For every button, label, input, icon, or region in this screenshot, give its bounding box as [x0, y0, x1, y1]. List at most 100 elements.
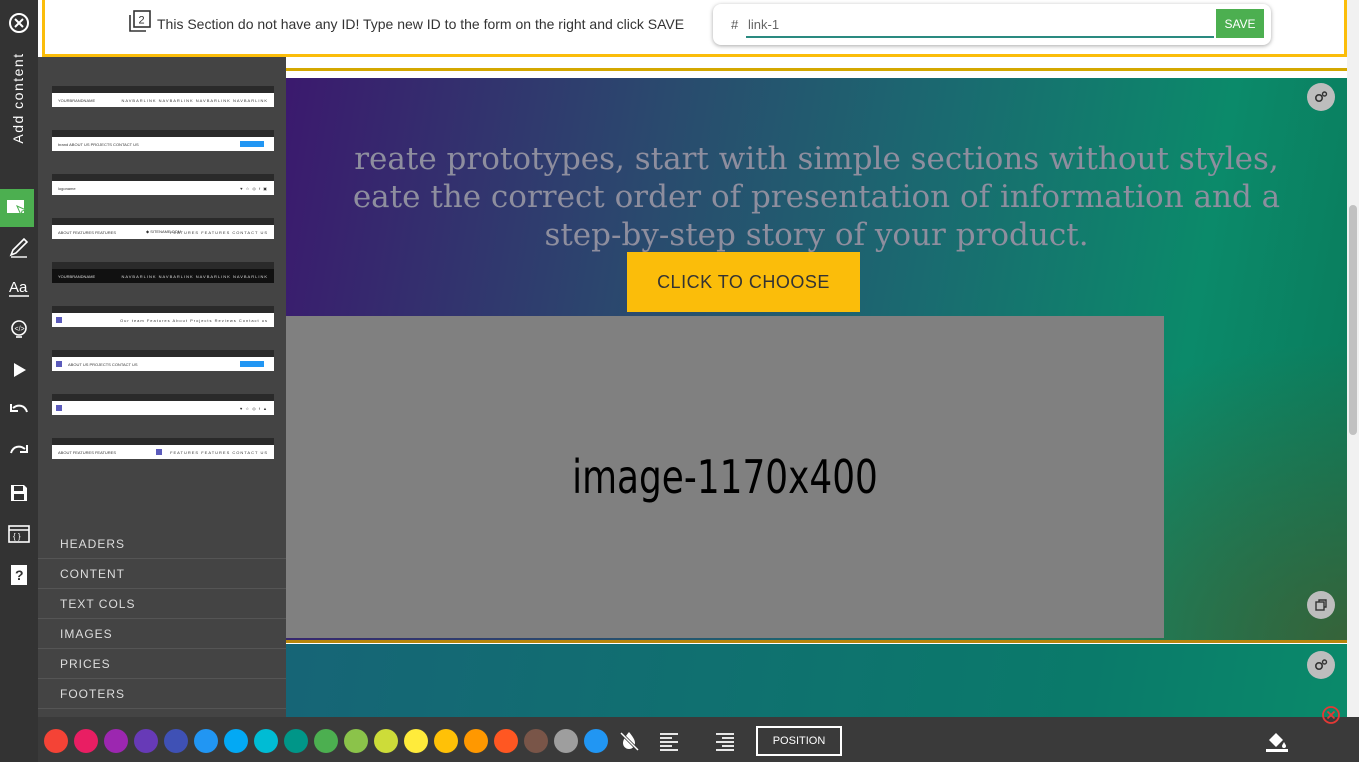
svg-text:</>: </>: [15, 326, 25, 333]
hash-symbol: #: [731, 17, 739, 32]
category-list: HEADERS CONTENT TEXT COLS IMAGES PRICES …: [38, 529, 286, 709]
color-swatch[interactable]: [74, 729, 98, 753]
click-to-choose-button[interactable]: CLICK TO CHOOSE: [627, 252, 860, 312]
category-images[interactable]: IMAGES: [38, 619, 286, 649]
duplicate-section-icon[interactable]: [1307, 591, 1335, 619]
add-content-label: Add content: [10, 52, 26, 144]
paint-bucket-icon[interactable]: [1265, 729, 1289, 753]
color-swatch[interactable]: [494, 729, 518, 753]
color-swatch[interactable]: [374, 729, 398, 753]
svg-text:?: ?: [15, 567, 24, 583]
category-headers[interactable]: HEADERS: [38, 529, 286, 559]
header-thumbnail-2[interactable]: brand ABOUT US PROJECTS CONTACT US: [52, 137, 274, 151]
color-swatch[interactable]: [554, 729, 578, 753]
color-swatch[interactable]: [524, 729, 548, 753]
align-left-icon[interactable]: [657, 729, 681, 753]
color-swatch[interactable]: [404, 729, 428, 753]
color-swatch[interactable]: [194, 729, 218, 753]
placeholder-image[interactable]: image-1170x400: [286, 316, 1164, 638]
category-prices[interactable]: PRICES: [38, 649, 286, 679]
close-panel-icon[interactable]: [0, 4, 38, 42]
save-button[interactable]: SAVE: [1216, 9, 1264, 38]
help-icon[interactable]: ?: [0, 556, 38, 594]
align-right-icon[interactable]: [713, 729, 737, 753]
header-thumbnail-9[interactable]: ABOUT FEATURES FEATURES FEATURES FEATURE…: [52, 445, 274, 459]
header-thumbnail-7[interactable]: ABOUT US PROJECTS CONTACT US: [52, 357, 274, 371]
category-text-cols[interactable]: TEXT COLS: [38, 589, 286, 619]
redo-icon[interactable]: [0, 433, 38, 471]
save-disk-icon[interactable]: [0, 474, 38, 512]
header-thumbnail-3[interactable]: logoname ♥ ☆ ◎ f ▣: [52, 181, 274, 195]
category-content[interactable]: CONTENT: [38, 559, 286, 589]
thumb-text: ABOUT US PROJECTS CONTACT US: [68, 362, 138, 367]
add-content-tab[interactable]: Add content: [4, 50, 34, 160]
section-id-input[interactable]: [746, 12, 1214, 38]
bottom-style-bar: POSITION: [38, 717, 1359, 762]
position-button[interactable]: POSITION: [756, 726, 842, 756]
color-swatch[interactable]: [314, 729, 338, 753]
id-bar-message-text: This Section do not have any ID! Type ne…: [157, 16, 685, 32]
section-settings-gear-icon[interactable]: [1307, 83, 1335, 111]
section-id-bar: 2 This Section do not have any ID! Type …: [42, 0, 1347, 57]
next-section-settings-gear-icon[interactable]: [1307, 651, 1335, 679]
svg-text:Aa: Aa: [9, 279, 28, 296]
header-thumbnail-5[interactable]: YOURBRANDNAME NAVBARLINK NAVBARLINK NAVB…: [52, 269, 274, 283]
color-swatch[interactable]: [464, 729, 488, 753]
scrollbar-thumb[interactable]: [1349, 205, 1357, 435]
header-thumbnail-4[interactable]: ABOUT FEATURES FEATURES ◆ SITENAME.COM F…: [52, 225, 274, 239]
add-content-panel: YOURBRANDNAME NAVBARLINK NAVBARLINK NAVB…: [38, 57, 286, 717]
thumb-text: logoname: [58, 186, 76, 191]
hero-line-1: reate prototypes, start with simple sect…: [354, 141, 1279, 177]
thumb-text: YOURBRANDNAME: [58, 98, 96, 103]
app-root: reate prototypes, start with simple sect…: [0, 0, 1359, 762]
color-swatch[interactable]: [44, 729, 68, 753]
thumb-text: FEATURES FEATURES CONTACT US: [170, 450, 268, 455]
id-form: # SAVE: [713, 4, 1271, 45]
thumb-text: ♥ ☆ ◎ f ▣: [240, 186, 268, 191]
thumb-button: [240, 361, 264, 367]
color-swatch[interactable]: [344, 729, 368, 753]
thumb-text: ♥ ☆ ◎ f ▲: [240, 406, 268, 411]
color-swatch[interactable]: [164, 729, 188, 753]
hero-headline[interactable]: reate prototypes, start with simple sect…: [286, 140, 1347, 254]
color-swatch[interactable]: [104, 729, 128, 753]
id-bar-message: 2 This Section do not have any ID! Type …: [129, 10, 684, 32]
color-swatch[interactable]: [284, 729, 308, 753]
thumb-text: Our team Features About Projects Reviews…: [120, 318, 268, 323]
color-swatch[interactable]: [224, 729, 248, 753]
typography-icon[interactable]: Aa: [0, 269, 38, 307]
color-swatch[interactable]: [434, 729, 458, 753]
thumb-text: ABOUT FEATURES FEATURES: [58, 450, 117, 455]
vertical-scrollbar[interactable]: [1347, 0, 1359, 717]
thumb-logo: [156, 449, 162, 455]
close-bottom-bar-icon[interactable]: [1320, 704, 1342, 726]
category-footers[interactable]: FOOTERS: [38, 679, 286, 709]
color-swatch[interactable]: [584, 729, 608, 753]
thumb-button: [240, 141, 264, 147]
thumb-logo: [56, 361, 62, 367]
section-border-top: [286, 68, 1347, 71]
edit-pencil-icon[interactable]: [0, 228, 38, 266]
thumb-text: ABOUT FEATURES FEATURES: [58, 230, 117, 235]
thumb-text: NAVBARLINK NAVBARLINK NAVBARLINK NAVBARL…: [121, 98, 268, 103]
thumb-text: NAVBARLINK NAVBARLINK NAVBARLINK NAVBARL…: [121, 274, 268, 279]
code-view-icon[interactable]: { }: [0, 515, 38, 553]
color-swatch[interactable]: [254, 729, 278, 753]
header-thumbnail-1[interactable]: YOURBRANDNAME NAVBARLINK NAVBARLINK NAVB…: [52, 93, 274, 107]
header-thumbnail-6[interactable]: Our team Features About Projects Reviews…: [52, 313, 274, 327]
preview-play-icon[interactable]: [0, 351, 38, 389]
left-toolbar: Add content Aa </> { } ?: [0, 0, 38, 762]
svg-text:{ }: { }: [13, 532, 21, 541]
add-block-icon[interactable]: [0, 189, 34, 227]
undo-icon[interactable]: [0, 392, 38, 430]
section-border-bottom: [286, 640, 1347, 643]
code-idea-icon[interactable]: </>: [0, 310, 38, 348]
thumb-text: YOURBRANDNAME: [58, 274, 96, 279]
section-number-icon: 2: [129, 10, 151, 32]
thumb-logo: [56, 405, 62, 411]
svg-text:2: 2: [139, 15, 145, 27]
thumb-logo: [56, 317, 62, 323]
no-color-drop-icon[interactable]: [617, 729, 641, 753]
color-swatch[interactable]: [134, 729, 158, 753]
header-thumbnail-8[interactable]: ♥ ☆ ◎ f ▲: [52, 401, 274, 415]
